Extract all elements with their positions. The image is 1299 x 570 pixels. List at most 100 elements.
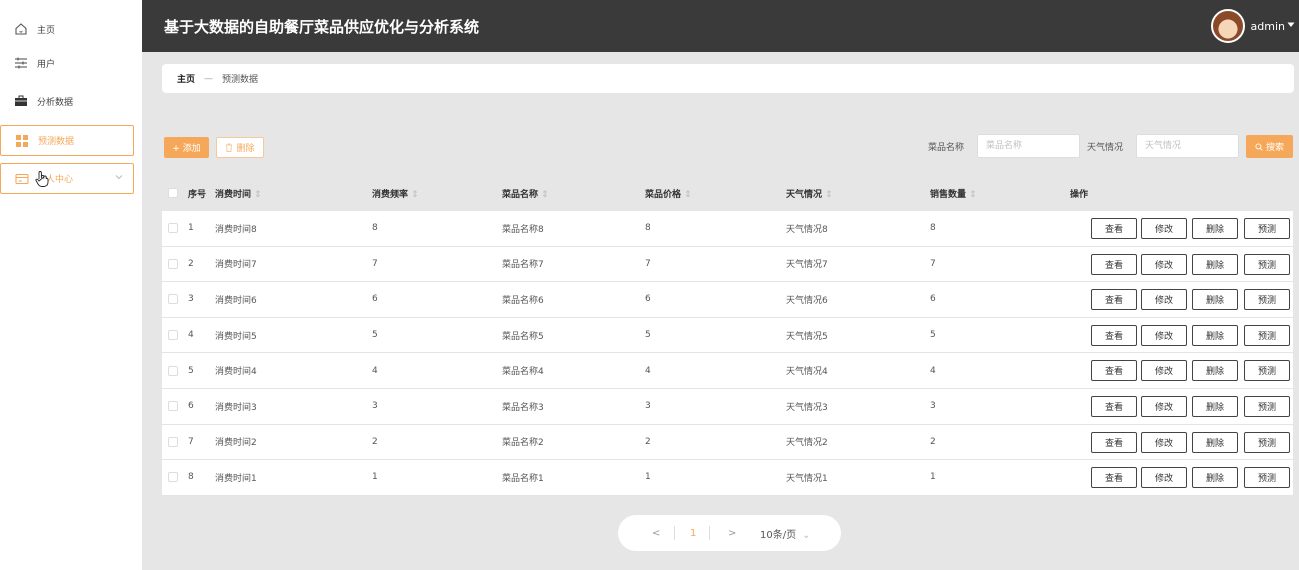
- edit-button[interactable]: 修改: [1141, 324, 1187, 346]
- sidebar-item-home[interactable]: 主页: [0, 14, 134, 44]
- cell-sales-qty: 3: [930, 401, 936, 412]
- user-menu[interactable]: admin: [1210, 0, 1299, 52]
- add-button[interactable]: + 添加: [164, 137, 209, 158]
- sidebar: 主页 用户 分析数据 预测数据 人中心: [0, 0, 142, 570]
- edit-button[interactable]: 修改: [1141, 467, 1187, 489]
- dish-name-input[interactable]: [977, 134, 1080, 158]
- row-delete-button[interactable]: 删除: [1192, 395, 1238, 417]
- breadcrumb-home[interactable]: 主页: [177, 72, 195, 85]
- view-button[interactable]: 查看: [1091, 395, 1137, 417]
- row-checkbox[interactable]: [168, 436, 178, 447]
- cell-consume-freq: 7: [372, 258, 378, 269]
- row-delete-button[interactable]: 删除: [1192, 431, 1238, 453]
- col-consume-freq[interactable]: 消费频率 ⇕: [372, 187, 419, 200]
- predict-button[interactable]: 预测: [1244, 467, 1290, 489]
- view-button[interactable]: 查看: [1091, 324, 1137, 346]
- predict-button[interactable]: 预测: [1244, 395, 1290, 417]
- view-button[interactable]: 查看: [1091, 467, 1137, 489]
- cell-weather: 天气情况4: [786, 367, 828, 378]
- col-sales-qty[interactable]: 销售数量 ⇕: [930, 187, 977, 200]
- sort-icon[interactable]: ⇕: [825, 190, 833, 200]
- page-size-label: 10条/页: [760, 529, 797, 541]
- cell-consume-time: 消费时间8: [215, 224, 257, 235]
- row-checkbox[interactable]: [168, 365, 178, 376]
- sidebar-item-profile[interactable]: 人中心: [0, 163, 134, 194]
- row-checkbox[interactable]: [168, 294, 178, 305]
- cell-index: 5: [188, 365, 194, 376]
- cell-dish-name: 菜品名称6: [502, 295, 544, 306]
- row-delete-button[interactable]: 删除: [1192, 467, 1238, 489]
- edit-button[interactable]: 修改: [1141, 360, 1187, 382]
- edit-button[interactable]: 修改: [1141, 431, 1187, 453]
- col-consume-time[interactable]: 消费时间 ⇕: [215, 187, 262, 200]
- table-row: 7 消费时间2 2 菜品名称2 2 天气情况2 2 查看 修改 删除 预测: [162, 424, 1293, 461]
- sort-icon[interactable]: ⇕: [411, 190, 419, 200]
- row-checkbox[interactable]: [168, 223, 178, 234]
- sort-icon[interactable]: ⇕: [969, 190, 977, 200]
- cell-sales-qty: 4: [930, 365, 936, 376]
- top-header: 基于大数据的自助餐厅菜品供应优化与分析系统 admin: [142, 0, 1299, 52]
- edit-button[interactable]: 修改: [1141, 289, 1187, 311]
- caret-down-icon[interactable]: [1287, 21, 1295, 31]
- row-checkbox[interactable]: [168, 401, 178, 412]
- table-row: 2 消费时间7 7 菜品名称7 7 天气情况7 7 查看 修改 删除 预测: [162, 246, 1293, 283]
- username[interactable]: admin: [1251, 20, 1285, 33]
- table-row: 8 消费时间1 1 菜品名称1 1 天气情况1 1 查看 修改 删除 预测: [162, 460, 1293, 496]
- edit-button[interactable]: 修改: [1141, 253, 1187, 275]
- cell-sales-qty: 7: [930, 258, 936, 269]
- predict-button[interactable]: 预测: [1244, 253, 1290, 275]
- sidebar-item-analysis[interactable]: 分析数据: [0, 86, 134, 116]
- predict-button[interactable]: 预测: [1244, 360, 1290, 382]
- predict-button[interactable]: 预测: [1244, 218, 1290, 239]
- predict-button[interactable]: 预测: [1244, 289, 1290, 311]
- page-size-select[interactable]: 10条/页 ⌄: [760, 526, 810, 541]
- predict-button[interactable]: 预测: [1244, 324, 1290, 346]
- view-button[interactable]: 查看: [1091, 431, 1137, 453]
- sidebar-item-prediction[interactable]: 预测数据: [0, 125, 134, 156]
- view-button[interactable]: 查看: [1091, 218, 1137, 239]
- view-button[interactable]: 查看: [1091, 253, 1137, 275]
- avatar[interactable]: [1210, 9, 1245, 43]
- cell-dish-price: 2: [645, 436, 651, 447]
- weather-input[interactable]: [1136, 134, 1239, 158]
- col-label: 消费频率: [372, 189, 409, 200]
- delete-button[interactable]: 删除: [216, 137, 264, 158]
- col-dish-price[interactable]: 菜品价格 ⇕: [645, 187, 692, 200]
- predict-button[interactable]: 预测: [1244, 431, 1290, 453]
- cell-dish-price: 3: [645, 401, 651, 412]
- row-delete-button[interactable]: 删除: [1192, 253, 1238, 275]
- sidebar-item-label: 分析数据: [37, 97, 74, 108]
- col-weather[interactable]: 天气情况 ⇕: [786, 187, 833, 200]
- search-button[interactable]: 搜索: [1246, 135, 1293, 158]
- trash-icon: [225, 143, 233, 152]
- sort-icon[interactable]: ⇕: [541, 190, 549, 200]
- prev-page-button[interactable]: <: [652, 528, 660, 539]
- row-delete-button[interactable]: 删除: [1192, 289, 1238, 311]
- current-page[interactable]: 1: [690, 528, 696, 539]
- cell-dish-name: 菜品名称7: [502, 260, 544, 271]
- cell-consume-time: 消费时间2: [215, 438, 257, 449]
- select-all-checkbox[interactable]: [168, 188, 178, 198]
- next-page-button[interactable]: >: [728, 528, 736, 539]
- cell-index: 4: [188, 330, 194, 341]
- view-button[interactable]: 查看: [1091, 360, 1137, 382]
- card-icon: [14, 171, 30, 187]
- row-delete-button[interactable]: 删除: [1192, 218, 1238, 239]
- col-dish-name[interactable]: 菜品名称 ⇕: [502, 187, 549, 200]
- cell-weather: 天气情况2: [786, 438, 828, 449]
- sort-icon[interactable]: ⇕: [254, 190, 262, 200]
- cell-index: 7: [188, 436, 194, 447]
- row-delete-button[interactable]: 删除: [1192, 360, 1238, 382]
- edit-button[interactable]: 修改: [1141, 395, 1187, 417]
- sort-icon[interactable]: ⇕: [684, 190, 692, 200]
- row-delete-button[interactable]: 删除: [1192, 324, 1238, 346]
- sidebar-item-users[interactable]: 用户: [0, 48, 134, 78]
- row-checkbox[interactable]: [168, 330, 178, 341]
- view-button[interactable]: 查看: [1091, 289, 1137, 311]
- cell-index: 1: [188, 223, 194, 234]
- row-checkbox[interactable]: [168, 258, 178, 269]
- cell-consume-time: 消费时间6: [215, 295, 257, 306]
- cell-dish-price: 1: [645, 472, 651, 483]
- edit-button[interactable]: 修改: [1141, 218, 1187, 239]
- row-checkbox[interactable]: [168, 472, 178, 483]
